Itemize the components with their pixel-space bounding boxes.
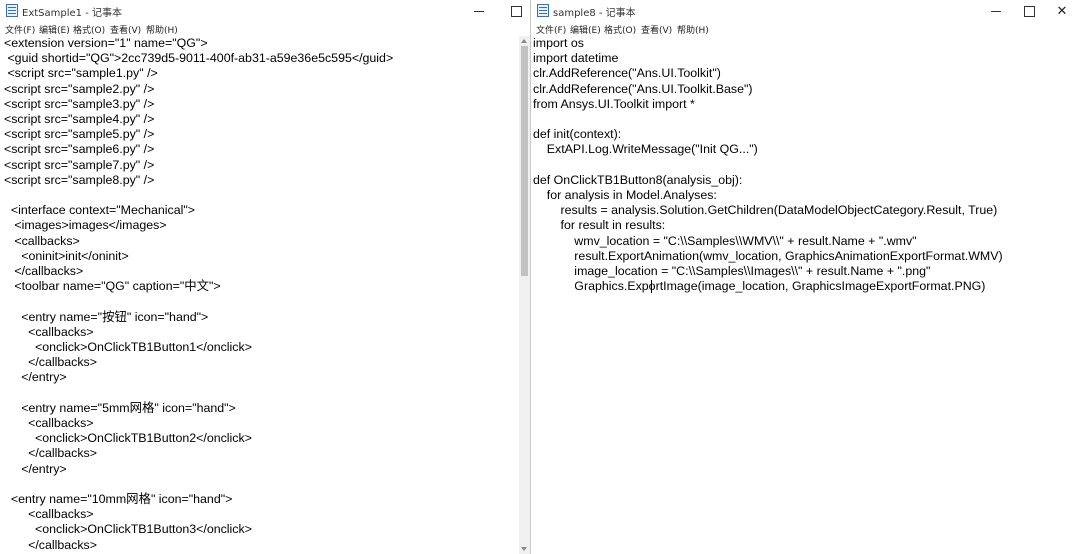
- text-line: <script src="sample4.py" />: [4, 112, 155, 126]
- text-cursor: [651, 280, 652, 293]
- text-line: wmv_location = "C:\\Samples\\WMV\\" + re…: [533, 233, 917, 248]
- text-line: <interface context="Mechanical">: [4, 203, 195, 218]
- text-line: clr.AddReference("Ans.UI.Toolkit.Base"): [533, 81, 753, 96]
- text-line: <onclick>OnClickTB1Button1</onclick>: [4, 340, 252, 354]
- text-line: <script src="sample1.py" />: [4, 66, 158, 81]
- text-line: <callbacks>: [4, 233, 80, 248]
- text-line: <script src="sample6.py" />: [4, 142, 155, 157]
- scroll-down-arrow-icon[interactable]: [521, 547, 527, 551]
- menu-help[interactable]: 帮助(H): [677, 23, 709, 36]
- text-line: Graphics.ExportImage(image_location, Gra…: [533, 279, 986, 294]
- text-line: <script src="sample5.py" />: [4, 127, 155, 142]
- text-line: </entry>: [4, 461, 67, 476]
- text-line: <extension version="1" name="QG">: [4, 36, 208, 50]
- text-line: <guid shortid="QG">2cc739d5-9011-400f-ab…: [4, 51, 394, 66]
- notepad-window-extsample1: ExtSample1 - 记事本 文件(F) 编辑(E) 格式(O) 查看(V)…: [0, 0, 531, 554]
- text-line: </callbacks>: [4, 446, 97, 461]
- text-line: <script src="sample3.py" />: [4, 96, 155, 111]
- text-line: <onclick>OnClickTB1Button2</onclick>: [4, 431, 252, 446]
- menu-view[interactable]: 查看(V): [641, 23, 672, 36]
- scrollbar-thumb[interactable]: [521, 46, 528, 276]
- window-title: ExtSample1 - 记事本: [22, 8, 122, 19]
- menu-bar: 文件(F) 编辑(E) 格式(O) 查看(V) 帮助(H): [0, 22, 530, 36]
- menu-view[interactable]: 查看(V): [110, 23, 141, 36]
- title-bar[interactable]: ExtSample1 - 记事本: [0, 0, 530, 22]
- menu-edit[interactable]: 编辑(E): [39, 23, 70, 36]
- text-line: <callbacks>: [4, 507, 94, 522]
- text-line: clr.AddReference("Ans.UI.Toolkit"): [533, 66, 721, 81]
- text-line: results = analysis.Solution.GetChildren(…: [533, 203, 998, 218]
- text-editor[interactable]: <extension version="1" name="QG"> <guid …: [0, 36, 520, 554]
- text-line: <toolbar name="QG" caption="中文">: [4, 279, 221, 294]
- text-line: <entry name="5mm网格" icon="hand">: [4, 400, 236, 415]
- text-line: <script src="sample2.py" />: [4, 81, 155, 96]
- text-line: def init(context):: [533, 127, 622, 142]
- text-line: def OnClickTB1Button8(analysis_obj):: [533, 172, 743, 187]
- close-button[interactable]: ✕: [1044, 0, 1080, 22]
- text-line: <entry name="按钮" icon="hand">: [4, 309, 209, 324]
- text-line: <onclick>OnClickTB1Button3</onclick>: [4, 522, 252, 537]
- text-line: result.ExportAnimation(wmv_location, Gra…: [533, 248, 1003, 263]
- text-line: <callbacks>: [4, 416, 94, 430]
- text-line: <script src="sample7.py" />: [4, 157, 155, 172]
- text-line: for analysis in Model.Analyses:: [533, 188, 717, 202]
- menu-format[interactable]: 格式(O): [73, 23, 105, 36]
- maximize-button[interactable]: [1011, 0, 1047, 22]
- notepad-icon: [537, 4, 549, 17]
- text-line: <callbacks>: [4, 324, 94, 339]
- text-line: </callbacks>: [4, 537, 97, 552]
- text-line: <oninit>init</oninit>: [4, 248, 129, 263]
- scroll-up-arrow-icon[interactable]: [521, 39, 527, 43]
- text-line: </callbacks>: [4, 264, 84, 278]
- text-line: import os: [533, 36, 584, 50]
- text-line: <script src="sample8.py" />: [4, 172, 155, 187]
- notepad-icon: [6, 4, 18, 17]
- menu-file[interactable]: 文件(F): [5, 23, 35, 36]
- text-editor[interactable]: import os import datetime clr.AddReference…: [531, 36, 1080, 554]
- maximize-button[interactable]: [498, 0, 530, 22]
- window-title: sample8 - 记事本: [553, 8, 636, 19]
- text-line: ExtAPI.Log.WriteMessage("Init QG..."): [533, 142, 758, 157]
- title-bar[interactable]: sample8 - 记事本 ✕: [531, 0, 1080, 22]
- minimize-button[interactable]: [978, 0, 1014, 22]
- text-line: import datetime: [533, 51, 619, 66]
- text-line: image_location = "C:\\Samples\\Images\\"…: [533, 264, 931, 278]
- menu-edit[interactable]: 编辑(E): [570, 23, 601, 36]
- text-line: from Ansys.UI.Toolkit import *: [533, 96, 695, 111]
- menu-format[interactable]: 格式(O): [604, 23, 636, 36]
- vertical-scrollbar[interactable]: [519, 36, 530, 554]
- menu-bar: 文件(F) 编辑(E) 格式(O) 查看(V) 帮助(H): [531, 22, 1080, 36]
- text-line: <entry name="10mm网格" icon="hand">: [4, 492, 233, 506]
- minimize-button[interactable]: [461, 0, 497, 22]
- menu-file[interactable]: 文件(F): [536, 23, 566, 36]
- text-line: </callbacks>: [4, 355, 97, 370]
- text-line: <images>images</images>: [4, 218, 167, 233]
- text-line: </entry>: [4, 370, 67, 385]
- text-line: for result in results:: [533, 218, 666, 233]
- menu-help[interactable]: 帮助(H): [146, 23, 178, 36]
- notepad-window-sample8: sample8 - 记事本 ✕ 文件(F) 编辑(E) 格式(O) 查看(V) …: [531, 0, 1080, 554]
